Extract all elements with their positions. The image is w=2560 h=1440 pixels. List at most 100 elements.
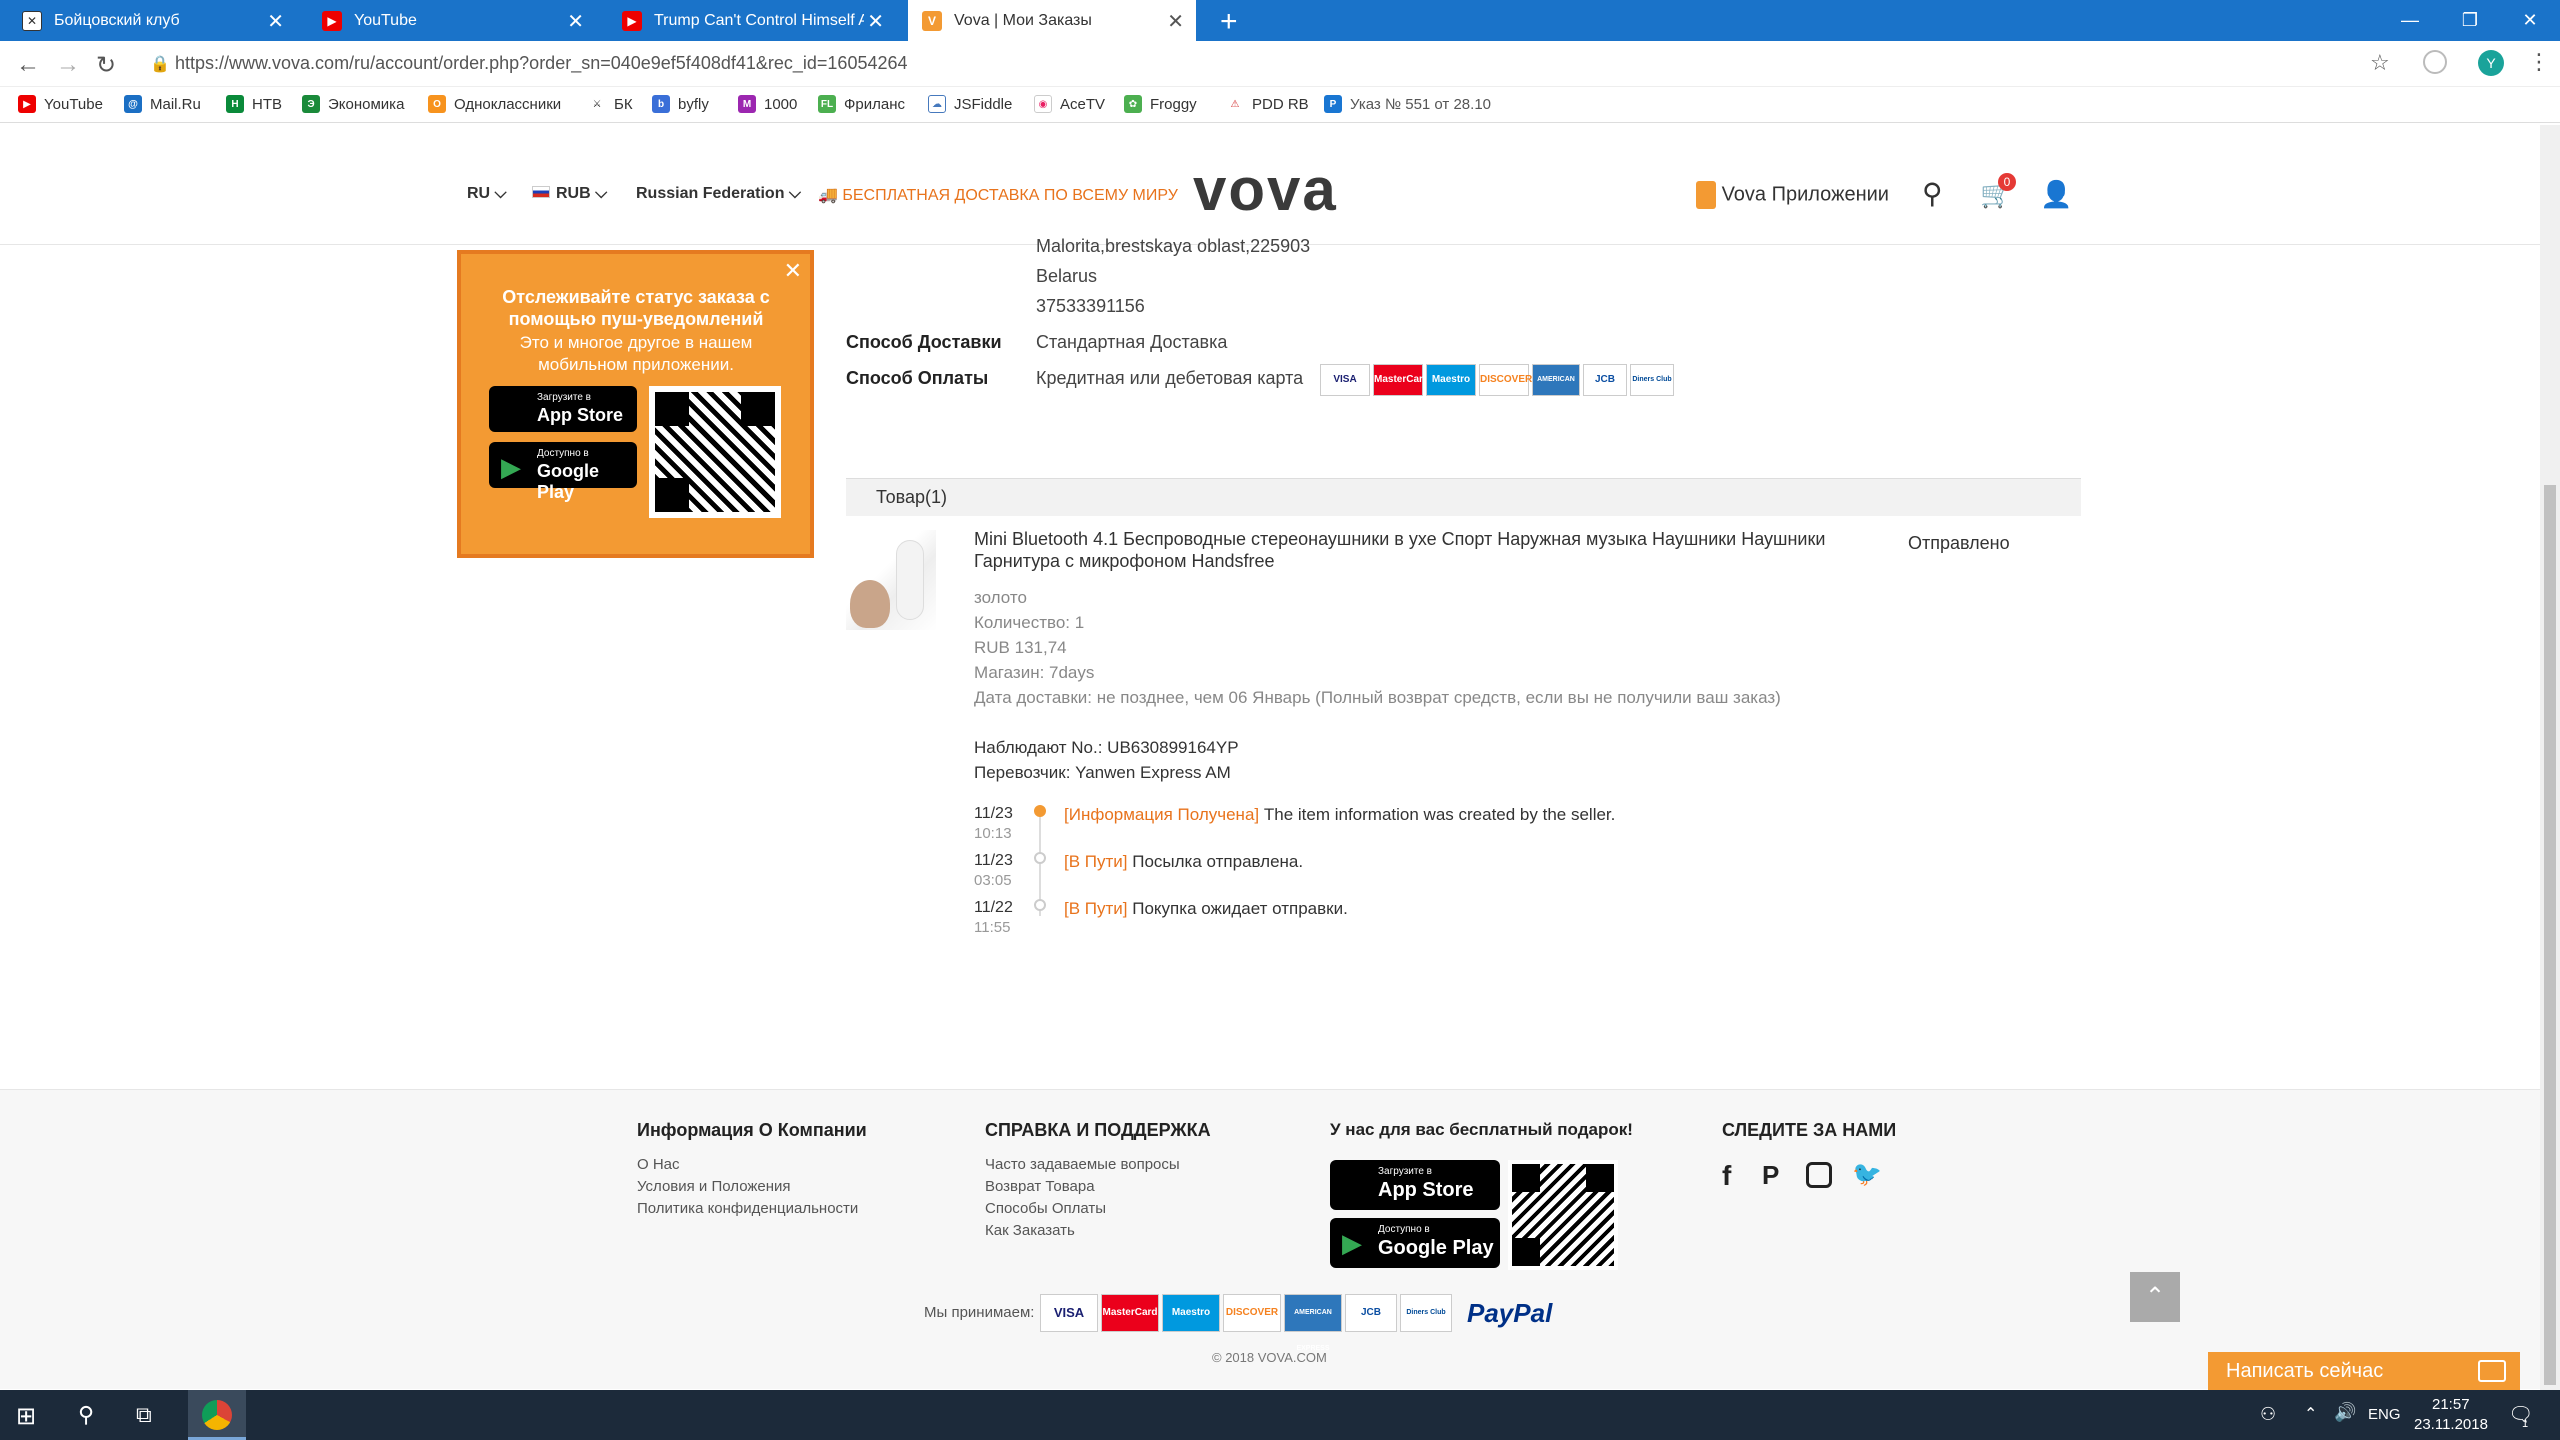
- googleplay-button[interactable]: ▶ Доступно в Google Play: [1330, 1218, 1500, 1268]
- appstore-big-text: App Store: [537, 405, 624, 425]
- instagram-icon[interactable]: [1806, 1162, 1832, 1188]
- search-icon[interactable]: ⚲: [1922, 177, 1943, 210]
- star-icon[interactable]: ☆: [2370, 50, 2390, 76]
- footer-link[interactable]: Часто задаваемые вопросы: [985, 1156, 1180, 1173]
- bookmark-pddrb[interactable]: ⚠ PDD RB: [1226, 95, 1309, 113]
- jcb-icon: JCB: [1583, 364, 1627, 396]
- product-image[interactable]: [846, 530, 936, 630]
- free-shipping-banner[interactable]: 🚚 БЕСПЛАТНАЯ ДОСТАВКА ПО ВСЕМУ МИРУ: [818, 185, 1178, 205]
- appstore-button[interactable]: Загрузите в App Store: [1330, 1160, 1500, 1210]
- tracking-number: Наблюдают No.: UB630899164YP: [974, 738, 1239, 757]
- tracking-date: 11/23: [974, 852, 1013, 869]
- tracking-text: Покупка ожидает отправки.: [1132, 899, 1348, 918]
- tab-fightclub[interactable]: ✕ Бойцовский клуб ✕: [8, 0, 296, 41]
- new-tab-icon[interactable]: +: [1220, 5, 1238, 39]
- address-country: Belarus: [1036, 266, 1098, 286]
- language-select[interactable]: RU ⌵: [467, 185, 507, 203]
- facebook-icon[interactable]: f: [1722, 1160, 1731, 1192]
- page-scrollbar[interactable]: [2540, 125, 2560, 1390]
- search-icon[interactable]: ⚲: [78, 1402, 94, 1428]
- bookmark-ok[interactable]: O Одноклассники: [428, 95, 561, 113]
- reload-icon[interactable]: ↻: [96, 51, 116, 80]
- chrome-taskbar-button[interactable]: [188, 1390, 246, 1440]
- language-indicator[interactable]: ENG: [2368, 1406, 2401, 1423]
- tracking-date: 11/22: [974, 899, 1013, 916]
- bookmark-economy[interactable]: Э Экономика: [302, 95, 404, 113]
- appstore-button[interactable]: Загрузите в App Store: [489, 386, 637, 432]
- bookmark-ntv[interactable]: Н НТВ: [226, 95, 282, 113]
- bookmark-label: Экономика: [328, 95, 405, 113]
- close-window-icon[interactable]: ✕: [2500, 0, 2560, 41]
- footer-link[interactable]: О Нас: [637, 1156, 680, 1173]
- twitter-icon[interactable]: 🐦: [1852, 1160, 1882, 1189]
- task-view-icon[interactable]: ⧉: [136, 1402, 152, 1428]
- user-icon[interactable]: 👤: [2040, 179, 2072, 210]
- footer-link[interactable]: Возврат Товара: [985, 1178, 1095, 1195]
- address-line: Malorita,brestskaya oblast,225903: [1036, 236, 1311, 256]
- googleplay-button[interactable]: ▶ Доступно в Google Play: [489, 442, 637, 502]
- restore-icon[interactable]: ❐: [2440, 0, 2500, 41]
- bookmark-freelance[interactable]: FL Фриланс: [818, 95, 905, 113]
- app-link[interactable]: Vova Приложении: [1696, 181, 1889, 209]
- odnoklassniki-icon: O: [428, 95, 446, 113]
- close-tab-icon[interactable]: ✕: [567, 9, 584, 34]
- product-title[interactable]: Mini Bluetooth 4.1 Беспроводные стереона…: [974, 528, 1834, 572]
- freelance-icon: FL: [818, 95, 836, 113]
- googleplay-big-text: Google Play: [1378, 1237, 1494, 1259]
- googleplay-big-text: Google Play: [537, 461, 599, 502]
- menu-icon[interactable]: ⋮: [2528, 49, 2550, 75]
- visa-icon: VISA: [1320, 364, 1370, 396]
- tab-youtube-video[interactable]: ▶ Trump Can't Control Himself Aro ✕: [608, 0, 896, 41]
- bookmark-bk[interactable]: ⚔ БК: [588, 95, 633, 113]
- bookmark-acetv[interactable]: ◉ AceTV: [1034, 95, 1105, 113]
- pinterest-icon[interactable]: P: [1762, 1160, 1779, 1191]
- order-status: Отправлено: [1908, 533, 2010, 553]
- people-icon[interactable]: ⚇: [2260, 1404, 2276, 1425]
- tracking-tag: [В Пути]: [1064, 852, 1128, 871]
- footer-link[interactable]: Способы Оплаты: [985, 1200, 1106, 1217]
- clock-time[interactable]: 21:57: [2432, 1396, 2470, 1413]
- chevron-up-icon[interactable]: ⌃: [2304, 1404, 2317, 1424]
- close-tab-icon[interactable]: ✕: [867, 9, 884, 34]
- notifications-icon[interactable]: 🗨: [2508, 1402, 2533, 1427]
- currency-select[interactable]: RUB ⌵: [532, 185, 607, 203]
- back-icon[interactable]: ←: [16, 51, 40, 79]
- footer-link[interactable]: Как Заказать: [985, 1222, 1075, 1239]
- gift-title: У нас для вас бесплатный подарок!: [1330, 1120, 1633, 1139]
- url-field[interactable]: https://www.vova.com/ru/account/order.ph…: [175, 53, 908, 74]
- tab-vova[interactable]: V Vova | Мои Заказы ✕: [908, 0, 1196, 41]
- scroll-top-button[interactable]: ⌃: [2130, 1272, 2180, 1322]
- forward-icon[interactable]: →: [56, 51, 80, 79]
- vova-logo[interactable]: vova: [1193, 155, 1338, 224]
- footer-link[interactable]: Условия и Положения: [637, 1178, 791, 1195]
- tracking-time: 11:55: [974, 919, 1011, 936]
- bookmark-mailru[interactable]: @ Mail.Ru: [124, 95, 201, 113]
- bookmark-ukaz[interactable]: P Указ № 551 от 28.10: [1324, 95, 1491, 113]
- googleplay-small-text: Доступно в: [1378, 1224, 1430, 1235]
- profile-avatar[interactable]: Y: [2478, 50, 2504, 76]
- close-tab-icon[interactable]: ✕: [1167, 9, 1184, 34]
- product-quantity: Количество: 1: [974, 613, 1085, 632]
- bookmark-byfly[interactable]: b byfly: [652, 95, 709, 113]
- chat-button[interactable]: Написать сейчас: [2208, 1352, 2520, 1392]
- country-select[interactable]: Russian Federation ⌵: [636, 185, 801, 203]
- maestro-icon: Maestro: [1426, 364, 1476, 396]
- windows-start-icon[interactable]: ⊞: [16, 1402, 36, 1431]
- lock-icon: 🔒: [150, 56, 170, 73]
- minimize-icon[interactable]: —: [2380, 0, 2440, 41]
- bookmarks-bar: ▶ YouTube @ Mail.Ru Н НТВ Э Экономика O Однок…: [0, 87, 2560, 123]
- bookmark-1000[interactable]: M 1000: [738, 95, 797, 113]
- close-tab-icon[interactable]: ✕: [267, 9, 284, 34]
- bookmark-jsfiddle[interactable]: ☁ JSFiddle: [928, 95, 1012, 113]
- tab-youtube[interactable]: ▶ YouTube ✕: [308, 0, 596, 41]
- bookmark-label: БК: [614, 95, 633, 113]
- footer-link[interactable]: Политика конфиденциальности: [637, 1200, 858, 1217]
- about-title: Информация О Компании: [637, 1120, 867, 1140]
- bookmark-froggy[interactable]: ✿ Froggy: [1124, 95, 1197, 113]
- extension-icon[interactable]: [2423, 50, 2447, 74]
- volume-icon[interactable]: 🔊: [2334, 1402, 2356, 1423]
- bookmark-youtube[interactable]: ▶ YouTube: [18, 95, 103, 113]
- scrollbar-thumb[interactable]: [2544, 485, 2556, 1385]
- close-icon[interactable]: ✕: [784, 258, 802, 284]
- clock-date[interactable]: 23.11.2018: [2414, 1416, 2488, 1433]
